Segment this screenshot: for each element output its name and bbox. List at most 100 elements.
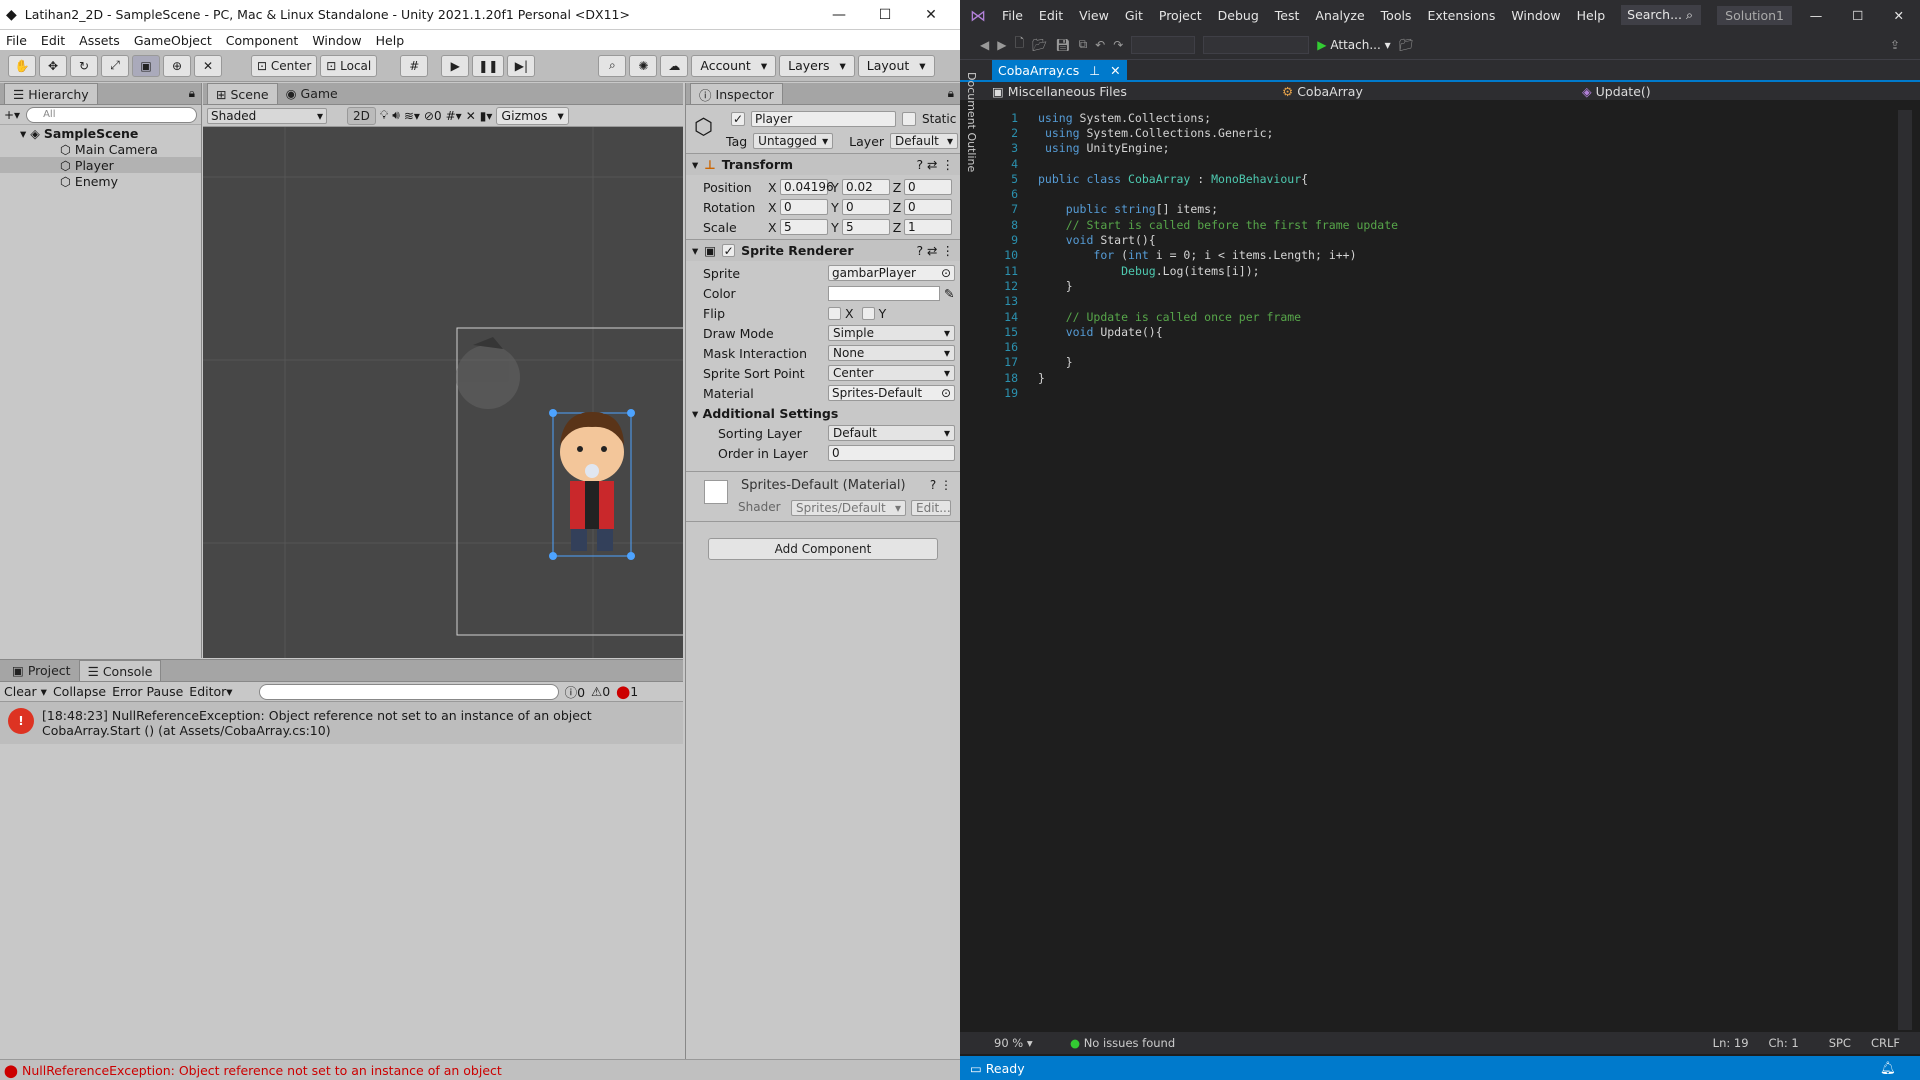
- play-button[interactable]: ▶: [441, 54, 470, 77]
- cloud-icon[interactable]: ☁: [660, 54, 689, 77]
- account-dropdown[interactable]: Account ▾: [691, 54, 777, 77]
- code-editor[interactable]: 1 using System.Collections; 2 using System…: [990, 110, 1890, 1030]
- code-line[interactable]: 13: [990, 294, 1890, 309]
- effects-icon[interactable]: ≋▾: [404, 109, 420, 123]
- shader-dropdown[interactable]: Sprites/Default ▾: [791, 500, 906, 516]
- code-line[interactable]: 14 // Update is called once per frame: [990, 309, 1890, 324]
- close-tab-icon[interactable]: ✕: [1110, 63, 1120, 78]
- code-line[interactable]: 19: [990, 385, 1890, 400]
- rotation-x-field[interactable]: 0: [780, 199, 828, 215]
- add-object-button[interactable]: +▾: [4, 108, 20, 122]
- tag-dropdown[interactable]: Untagged ▾: [753, 133, 834, 149]
- menu-component[interactable]: Component: [226, 33, 299, 48]
- audio-icon[interactable]: 🔊︎: [392, 108, 400, 123]
- grid-snap-icon[interactable]: #: [400, 54, 429, 77]
- unity-status-bar[interactable]: ⬤ NullReferenceException: Object referen…: [0, 1059, 960, 1080]
- component-menu-icon[interactable]: ? ⇄ ⋮: [916, 157, 954, 172]
- vs-menu-extensions[interactable]: Extensions: [1427, 8, 1495, 23]
- vs-maximize-button[interactable]: ☐: [1852, 8, 1863, 23]
- collab-icon[interactable]: ✺: [629, 54, 658, 77]
- rotation-z-field[interactable]: 0: [904, 199, 952, 215]
- flip-y-checkbox[interactable]: [861, 306, 875, 320]
- tools-icon[interactable]: ✕: [466, 109, 476, 123]
- layers-dropdown[interactable]: Layers ▾: [779, 54, 855, 77]
- hierarchy-item-main-camera[interactable]: ⬡ Main Camera: [0, 141, 201, 157]
- vs-menu-test[interactable]: Test: [1275, 8, 1300, 23]
- eyedropper-icon[interactable]: ✎: [944, 286, 954, 301]
- lock-icon[interactable]: 🔒︎: [183, 86, 201, 104]
- flip-x-checkbox[interactable]: [828, 306, 841, 320]
- code-line[interactable]: 11 Debug.Log(items[i]);: [990, 263, 1890, 278]
- line-ending-indicator[interactable]: CRLF: [1871, 1036, 1900, 1050]
- new-file-icon[interactable]: 🗋︎: [1014, 34, 1024, 55]
- custom-tool-icon[interactable]: ✕: [194, 54, 222, 77]
- object-name-input[interactable]: Player: [751, 111, 896, 127]
- vs-menu-help[interactable]: Help: [1577, 8, 1606, 23]
- camera-icon[interactable]: ▮▾: [480, 109, 493, 123]
- enemy-sprite[interactable]: [456, 337, 520, 409]
- scope-dropdown[interactable]: ▣ Miscellaneous Files: [992, 84, 1282, 99]
- hand-tool-icon[interactable]: ✋: [8, 54, 36, 77]
- layer-dropdown[interactable]: Default ▾: [890, 133, 959, 149]
- pause-button[interactable]: ❚❚: [472, 54, 505, 77]
- live-share-icon[interactable]: ⇪: [1890, 38, 1920, 52]
- object-picker-icon[interactable]: ⊙: [941, 386, 951, 400]
- code-line[interactable]: 8 // Start is called before the first fr…: [990, 217, 1890, 232]
- tab-cobaarray-cs[interactable]: CobaArray.cs ⊥ ✕: [992, 60, 1127, 80]
- hierarchy-item-player[interactable]: ⬡ Player: [0, 157, 201, 173]
- color-swatch[interactable]: [828, 285, 940, 301]
- error-count[interactable]: ⬤1: [616, 684, 638, 699]
- grid-icon[interactable]: #▾: [446, 109, 462, 123]
- error-pause-button[interactable]: Error Pause: [112, 684, 183, 699]
- vs-search-input[interactable]: Search... ⌕: [1621, 5, 1702, 25]
- tab-scene[interactable]: ⊞ Scene: [207, 83, 278, 104]
- rotation-y-field[interactable]: 0: [842, 199, 890, 215]
- player-sprite[interactable]: [549, 409, 635, 560]
- transform-header[interactable]: ▾ ⊥ Transform ? ⇄ ⋮: [686, 153, 960, 175]
- code-line[interactable]: 15 void Update(){: [990, 324, 1890, 339]
- code-line[interactable]: 9 void Start(){: [990, 232, 1890, 247]
- config-dropdown[interactable]: [1131, 35, 1196, 54]
- vs-menu-window[interactable]: Window: [1511, 8, 1560, 23]
- lock-icon[interactable]: 🔒︎: [942, 86, 960, 104]
- scale-x-field[interactable]: 5: [780, 219, 828, 235]
- vs-menu-edit[interactable]: Edit: [1039, 8, 1063, 23]
- pivot-center-button[interactable]: ⊡ Center: [251, 54, 318, 77]
- back-icon[interactable]: ◀: [980, 38, 989, 52]
- code-line[interactable]: 12 }: [990, 278, 1890, 293]
- rect-tool-icon[interactable]: ▣: [132, 54, 160, 77]
- scale-z-field[interactable]: 1: [904, 219, 952, 235]
- sorting-layer-dropdown[interactable]: Default ▾: [828, 425, 955, 441]
- class-dropdown[interactable]: ⚙ CobaArray: [1282, 84, 1582, 99]
- 2d-toggle[interactable]: 2D: [347, 106, 376, 125]
- sort-point-dropdown[interactable]: Center ▾: [828, 365, 955, 381]
- layout-dropdown[interactable]: Layout ▾: [857, 54, 935, 77]
- notifications-icon[interactable]: 🔔︎: [1880, 1060, 1920, 1076]
- code-line[interactable]: 3 using UnityEngine;: [990, 141, 1890, 156]
- sprite-field[interactable]: gambarPlayer ⊙: [828, 265, 955, 281]
- mask-interaction-dropdown[interactable]: None ▾: [828, 345, 955, 361]
- hidden-objects-icon[interactable]: ⊘0: [424, 109, 442, 123]
- console-search-input[interactable]: [258, 683, 559, 700]
- scene-viewport[interactable]: [203, 127, 683, 658]
- code-line[interactable]: 18}: [990, 370, 1890, 385]
- zoom-dropdown[interactable]: 90 % ▾: [960, 1036, 1070, 1050]
- menu-help[interactable]: Help: [376, 33, 405, 48]
- menu-assets[interactable]: Assets: [79, 33, 120, 48]
- open-icon[interactable]: 📂︎: [1032, 38, 1047, 52]
- member-dropdown[interactable]: ◈ Update(): [1582, 84, 1651, 99]
- shading-dropdown[interactable]: Shaded ▾: [207, 107, 327, 124]
- object-picker-icon[interactable]: ⊙: [941, 266, 951, 280]
- code-line[interactable]: 16: [990, 339, 1890, 354]
- vs-menu-analyze[interactable]: Analyze: [1315, 8, 1364, 23]
- component-menu-icon[interactable]: ? ⋮: [930, 478, 952, 492]
- clear-button[interactable]: Clear ▾: [4, 684, 47, 699]
- platform-dropdown[interactable]: [1203, 35, 1310, 54]
- maximize-button[interactable]: ☐: [862, 7, 908, 23]
- code-line[interactable]: 7 public string[] items;: [990, 202, 1890, 217]
- pin-icon[interactable]: ⊥: [1089, 63, 1100, 78]
- menu-window[interactable]: Window: [312, 33, 361, 48]
- vs-close-button[interactable]: ✕: [1894, 8, 1904, 23]
- pivot-local-button[interactable]: ⊡ Local: [320, 54, 378, 77]
- attach-button[interactable]: ▶ Attach... ▾: [1317, 38, 1390, 52]
